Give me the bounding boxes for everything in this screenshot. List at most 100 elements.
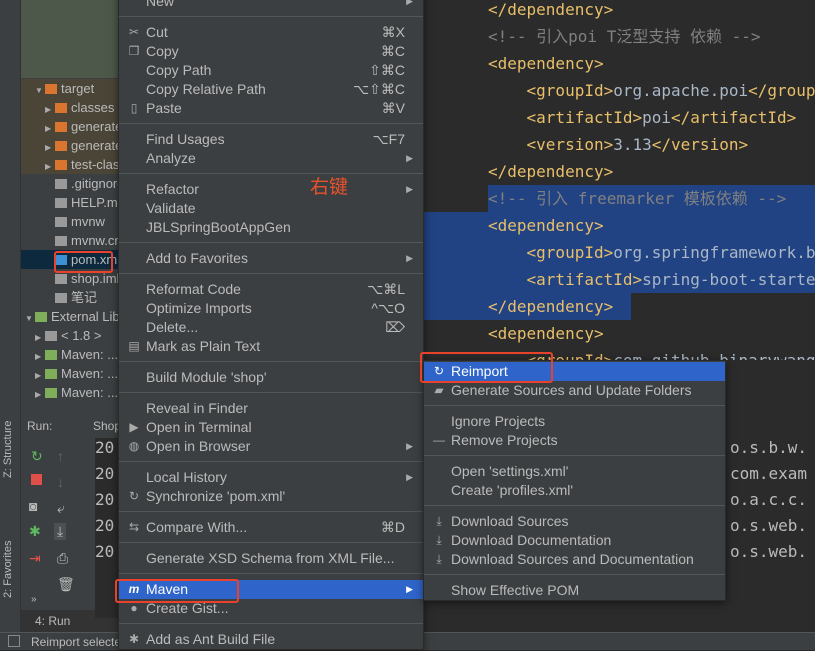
menu-item-add-as-ant-build-file[interactable]: ✱ Add as Ant Build File xyxy=(119,630,423,649)
tree-item[interactable]: ▶ Maven: ... xyxy=(21,345,121,364)
menu-item-build-module-shop[interactable]: Build Module 'shop' xyxy=(119,368,423,387)
menu-item-label: Show Effective POM xyxy=(451,582,580,598)
tree-item-label: Maven: ... xyxy=(61,347,119,362)
code-line: </dependency> xyxy=(423,158,815,185)
menu-item-new[interactable]: New ▶ xyxy=(119,0,423,11)
code-token: 3.13 xyxy=(613,135,652,154)
menu-item-local-history[interactable]: Local History ▶ xyxy=(119,468,423,487)
rerun-icon[interactable]: ↻ xyxy=(31,448,43,465)
menu-item-create-profiles-xml[interactable]: Create 'profiles.xml' xyxy=(424,481,725,500)
stop-icon[interactable] xyxy=(31,474,42,485)
menu-item-jblspringbootappgen[interactable]: JBLSpringBootAppGen xyxy=(119,218,423,237)
menu-item-download-documentation[interactable]: ⤓ Download Documentation xyxy=(424,531,725,550)
menu-item-download-sources[interactable]: ⤓ Download Sources xyxy=(424,512,725,531)
menu-separator xyxy=(119,268,423,280)
code-line: </dependency> xyxy=(423,0,815,23)
down-icon[interactable]: ↓ xyxy=(57,474,64,490)
tree-item[interactable]: HELP.md xyxy=(21,193,121,212)
tab-structure[interactable]: Z: Structure xyxy=(2,421,14,478)
menu-item-show-effective-pom[interactable]: Show Effective POM xyxy=(424,581,725,600)
download-icon: ⤓ xyxy=(436,533,442,547)
submenu-arrow-icon: ▶ xyxy=(406,441,413,451)
run-label: Run: xyxy=(27,419,53,433)
menu-item-reformat-code[interactable]: Reformat Code ⌥⌘L xyxy=(119,280,423,299)
folder-icon xyxy=(55,141,67,151)
menu-item-remove-projects[interactable]: — Remove Projects xyxy=(424,431,725,450)
tree-item[interactable]: mvnw xyxy=(21,212,121,231)
tab-run[interactable]: 4: Run xyxy=(35,614,70,628)
menu-item-cut[interactable]: ✂ Cut ⌘X xyxy=(119,23,423,42)
tab-favorites[interactable]: 2: Favorites xyxy=(2,541,14,598)
up-icon[interactable]: ↑ xyxy=(57,448,64,464)
wrap-icon[interactable]: ⤶ xyxy=(57,500,65,517)
code-token: poi xyxy=(642,108,672,127)
menu-item-delete[interactable]: Delete... ⌦ xyxy=(119,318,423,337)
menu-item-validate[interactable]: Validate xyxy=(119,199,423,218)
menu-item-refactor[interactable]: Refactor ▶ xyxy=(119,180,423,199)
exit-icon[interactable]: ⇥ xyxy=(29,550,41,567)
library-icon xyxy=(45,350,57,360)
code-editor[interactable]: </dependency> <!-- 引入poi T泛型支持 依赖 --> <dep… xyxy=(423,0,815,360)
menu-item-paste[interactable]: ▯ Paste ⌘V xyxy=(119,99,423,118)
camera-icon[interactable]: ◙ xyxy=(29,498,37,514)
trash-icon[interactable]: 🗑 xyxy=(57,576,75,593)
folder-icon xyxy=(55,122,67,132)
menu-item-ignore-projects[interactable]: Ignore Projects xyxy=(424,412,725,431)
scroll-end-icon[interactable]: ⤓ xyxy=(54,523,67,540)
menu-item-label: Synchronize 'pom.xml' xyxy=(146,488,286,504)
menu-item-add-to-favorites[interactable]: Add to Favorites ▶ xyxy=(119,249,423,268)
tree-item[interactable]: ▶ classes xyxy=(21,98,121,117)
menu-item-analyze[interactable]: Analyze ▶ xyxy=(119,149,423,168)
annotation-box-reimport xyxy=(420,352,553,383)
expand-arrow-icon[interactable]: ▶ xyxy=(35,385,45,404)
menu-separator xyxy=(424,500,725,512)
debug-icon[interactable]: ✱ xyxy=(29,523,41,540)
menu-item-copy[interactable]: ❐ Copy ⌘C xyxy=(119,42,423,61)
menu-item-copy-relative-path[interactable]: Copy Relative Path ⌥⇧⌘C xyxy=(119,80,423,99)
menu-item-generate-xsd-schema-from-xml-file[interactable]: Generate XSD Schema from XML File... xyxy=(119,549,423,568)
menu-item-download-sources-and-documentation[interactable]: ⤓ Download Sources and Documentation xyxy=(424,550,725,569)
tree-item[interactable]: mvnw.cmd xyxy=(21,231,121,250)
menu-item-find-usages[interactable]: Find Usages ⌥F7 xyxy=(119,130,423,149)
menu-item-label: JBLSpringBootAppGen xyxy=(146,219,291,235)
tree-item[interactable]: ▶ Maven: ... xyxy=(21,364,121,383)
shortcut-label: ^⌥O xyxy=(371,300,405,316)
menu-item-copy-path[interactable]: Copy Path ⇧⌘C xyxy=(119,61,423,80)
script-icon xyxy=(55,217,67,227)
console-line: o.s.b.w. xyxy=(730,438,808,457)
menu-item-label: Reformat Code xyxy=(146,281,241,297)
console-line: o.s.web. xyxy=(730,516,808,535)
menu-item-optimize-imports[interactable]: Optimize Imports ^⌥O xyxy=(119,299,423,318)
code-token: </artifactId> xyxy=(671,108,797,127)
tree-item[interactable]: ▶test-classes xyxy=(21,155,121,174)
menu-item-open-in-browser[interactable]: ◍ Open in Browser ▶ xyxy=(119,437,423,456)
menu-item-synchronize-pom-xml[interactable]: ↻ Synchronize 'pom.xml' xyxy=(119,487,423,506)
menu-item-compare-with[interactable]: ⇆ Compare With... ⌘D xyxy=(119,518,423,537)
tree-item[interactable]: .gitignore xyxy=(21,174,121,193)
code-token: <dependency> xyxy=(488,54,604,73)
run-config-tab[interactable]: Shop xyxy=(93,419,121,433)
code-token: org.springframework.boot xyxy=(613,243,815,262)
tree-item[interactable]: ▶generated-sources xyxy=(21,117,121,136)
menu-item-open-in-terminal[interactable]: ▶ Open in Terminal xyxy=(119,418,423,437)
menu-item-mark-as-plain-text[interactable]: ▤ Mark as Plain Text xyxy=(119,337,423,356)
tree-item[interactable]: ▼External Libraries xyxy=(21,307,121,326)
menu-item-open-settings-xml[interactable]: Open 'settings.xml' xyxy=(424,462,725,481)
code-line: <!-- 引入poi T泛型支持 依赖 --> xyxy=(423,23,815,50)
menu-item-label: Local History xyxy=(146,469,227,485)
tree-item[interactable]: ▼ target xyxy=(21,79,121,98)
menu-item-label: Copy Relative Path xyxy=(146,81,266,97)
tree-item[interactable]: ▶generated-test-sources xyxy=(21,136,121,155)
tree-item[interactable]: ▶ < 1.8 > xyxy=(21,326,121,345)
layout-icon[interactable] xyxy=(8,635,20,647)
code-token: <!-- 引入 freemarker 模板依赖 --> xyxy=(488,189,787,208)
more-icon[interactable]: » xyxy=(31,594,37,605)
menu-item-label: Build Module 'shop' xyxy=(146,369,267,385)
file-icon xyxy=(55,274,67,284)
menu-item-generate-sources-and-update-folders[interactable]: ▰ Generate Sources and Update Folders xyxy=(424,381,725,400)
print-icon[interactable]: ⎙ xyxy=(57,550,68,567)
tree-item[interactable]: ▶ Maven: ... xyxy=(21,383,121,402)
submenu-arrow-icon: ▶ xyxy=(406,472,413,482)
menu-item-reveal-in-finder[interactable]: Reveal in Finder xyxy=(119,399,423,418)
tree-item[interactable]: 笔记 xyxy=(21,288,121,307)
